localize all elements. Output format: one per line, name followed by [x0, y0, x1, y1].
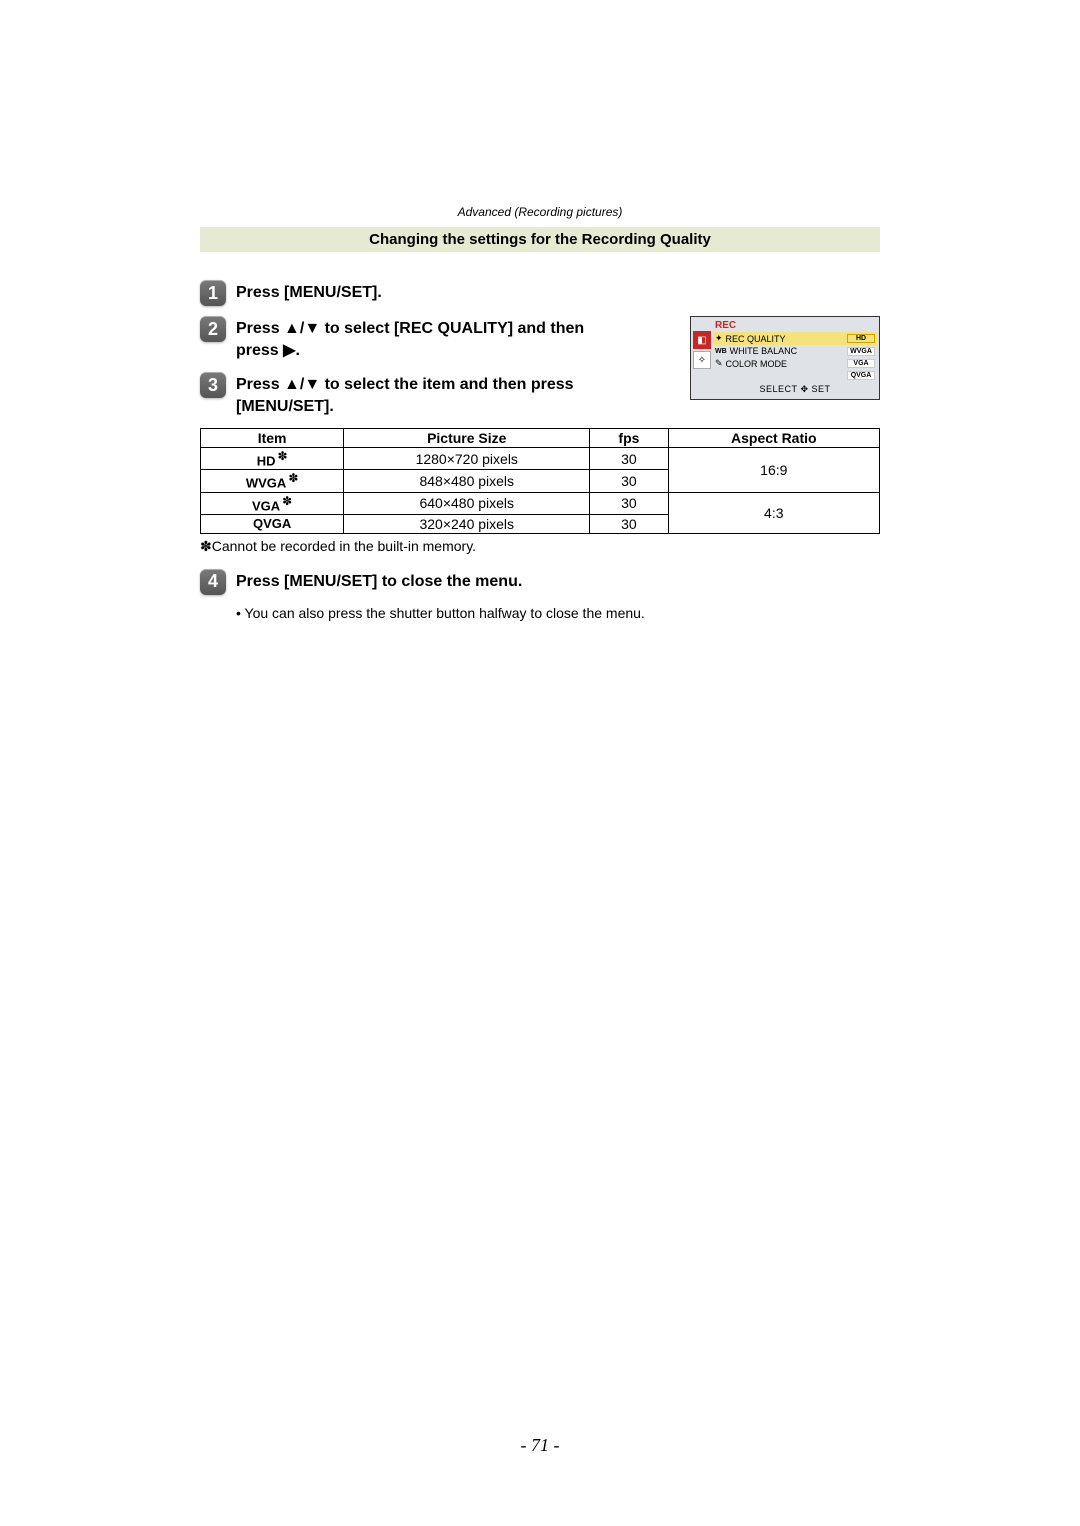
lcd-row-value: WVGA [847, 347, 875, 356]
step-1-number: 1 [200, 280, 226, 306]
lcd-tab-rec-icon: ◧ [693, 331, 711, 349]
footnote-star-icon: ✽ [288, 471, 298, 485]
item-name: HD [257, 453, 276, 468]
cell-aspect-16-9: 16:9 [668, 448, 879, 493]
table-header-row: Item Picture Size fps Aspect Ratio [201, 429, 880, 448]
th-aspect-ratio: Aspect Ratio [668, 429, 879, 448]
lcd-footer-select: SELECT [759, 384, 797, 394]
step-4-text: Press [MENU/SET] to close the menu. [236, 569, 522, 593]
camera-lcd-mockup: ◧ ✧ REC ✦ REC QUALITY HD WB [690, 316, 880, 400]
cell-item: WVGA✽ [201, 470, 344, 492]
steps-left-column: 2 Press ▲/▼ to select [REC QUALITY] and … [200, 316, 630, 418]
step-2: 2 Press ▲/▼ to select [REC QUALITY] and … [200, 316, 630, 362]
lcd-row-label: ✎ COLOR MODE [715, 358, 787, 369]
step-4-number: 4 [200, 569, 226, 595]
lcd-footer-set: SET [812, 384, 831, 394]
table-row: HD✽ 1280×720 pixels 30 16:9 [201, 448, 880, 470]
breadcrumb: Advanced (Recording pictures) [200, 205, 880, 219]
cell-item: VGA✽ [201, 492, 344, 514]
th-item: Item [201, 429, 344, 448]
step-3-text: Press ▲/▼ to select the item and then pr… [236, 372, 630, 418]
page-content: Advanced (Recording pictures) Changing t… [200, 205, 880, 621]
steps-with-screenshot: 2 Press ▲/▼ to select [REC QUALITY] and … [200, 316, 880, 418]
cell-aspect-4-3: 4:3 [668, 492, 879, 533]
item-name: VGA [252, 498, 280, 513]
step-2-text: Press ▲/▼ to select [REC QUALITY] and th… [236, 316, 630, 362]
lcd-row-color-mode: ✎ COLOR MODE VGA [713, 357, 877, 370]
step-1-text: Press [MENU/SET]. [236, 280, 382, 304]
manual-page: Advanced (Recording pictures) Changing t… [0, 0, 1080, 1526]
lcd-row-text: WHITE BALANC [730, 346, 798, 356]
lcd-footer: SELECT✥ SET [713, 381, 877, 397]
diamond-icon: ✦ [715, 333, 723, 344]
cell-fps: 30 [590, 514, 668, 533]
item-name: WVGA [246, 476, 286, 491]
lcd-side-tabs: ◧ ✧ [693, 331, 711, 369]
step-3-number: 3 [200, 372, 226, 398]
rec-quality-table: Item Picture Size fps Aspect Ratio HD✽ 1… [200, 428, 880, 534]
cell-size: 848×480 pixels [344, 470, 590, 492]
item-name: QVGA [253, 516, 291, 531]
step-1: 1 Press [MENU/SET]. [200, 280, 880, 306]
lcd-row-label: ✦ REC QUALITY [715, 333, 786, 344]
th-fps: fps [590, 429, 668, 448]
lcd-row-text: COLOR MODE [726, 359, 788, 369]
lcd-row-value: HD [847, 334, 875, 343]
lcd-tab-setup-icon: ✧ [693, 351, 711, 369]
lcd-row-value: QVGA [847, 371, 875, 380]
lcd-row-white-balance: WB WHITE BALANC WVGA [713, 345, 877, 357]
step-4: 4 Press [MENU/SET] to close the menu. [200, 569, 880, 595]
lcd-row-rec-quality: ✦ REC QUALITY HD [713, 332, 877, 345]
lcd-menu-header: REC [713, 319, 877, 332]
cell-fps: 30 [590, 492, 668, 514]
cell-size: 1280×720 pixels [344, 448, 590, 470]
cell-item: HD✽ [201, 448, 344, 470]
lcd-row-label: WB WHITE BALANC [715, 346, 797, 356]
lcd-body: REC ✦ REC QUALITY HD WB WHITE BALANC [711, 317, 879, 399]
step-3: 3 Press ▲/▼ to select the item and then … [200, 372, 630, 418]
cell-size: 320×240 pixels [344, 514, 590, 533]
wb-icon: WB [715, 348, 727, 355]
palette-icon: ✎ [715, 358, 723, 369]
footnote-star-icon: ✽ [277, 449, 287, 463]
section-title: Changing the settings for the Recording … [200, 227, 880, 252]
cell-size: 640×480 pixels [344, 492, 590, 514]
table-row: VGA✽ 640×480 pixels 30 4:3 [201, 492, 880, 514]
cell-item: QVGA [201, 514, 344, 533]
cell-fps: 30 [590, 448, 668, 470]
joystick-icon: ✥ [800, 384, 808, 394]
step-4-note: • You can also press the shutter button … [236, 605, 880, 621]
table-footnote: ✽Cannot be recorded in the built-in memo… [200, 538, 880, 555]
cell-fps: 30 [590, 470, 668, 492]
footnote-star-icon: ✽ [282, 494, 292, 508]
lcd-row-value: VGA [847, 359, 875, 368]
th-picture-size: Picture Size [344, 429, 590, 448]
lcd-row-qvga: QVGA [713, 370, 877, 381]
page-number: - 71 - [0, 1435, 1080, 1456]
step-2-number: 2 [200, 316, 226, 342]
lcd-row-text: REC QUALITY [726, 334, 786, 344]
